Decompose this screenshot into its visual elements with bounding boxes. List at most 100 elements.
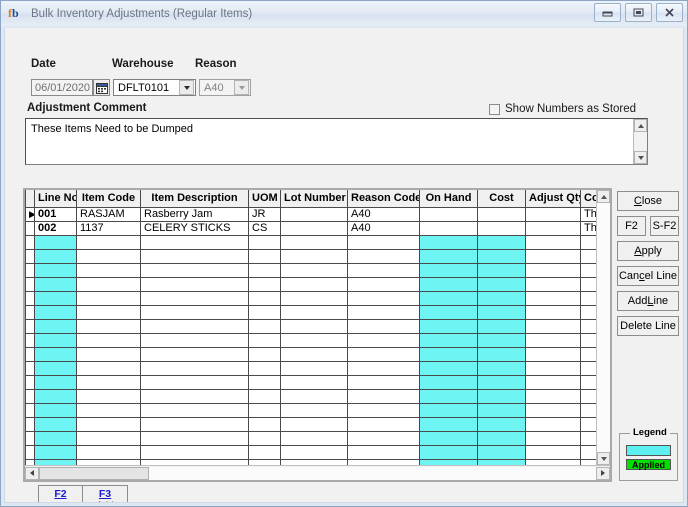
cell-reason[interactable]: A40: [347, 221, 420, 236]
row-selector-cell[interactable]: [25, 277, 35, 292]
cell-desc[interactable]: [140, 333, 249, 348]
cancel-line-button[interactable]: Can c el Line: [617, 266, 679, 286]
line-items-grid[interactable]: Line No. Item Code Item Description UOM …: [23, 188, 612, 482]
cell-reason[interactable]: A40: [347, 207, 420, 222]
cell-lot[interactable]: [280, 445, 348, 460]
row-selector-cell[interactable]: [25, 221, 35, 236]
cell-con[interactable]: [580, 417, 596, 432]
cell-onhand[interactable]: [419, 431, 478, 446]
cell-adjqty[interactable]: [525, 375, 581, 390]
table-row[interactable]: [25, 417, 596, 432]
cell-lot[interactable]: [280, 459, 348, 465]
cell-onhand[interactable]: [419, 249, 478, 264]
cell-adjqty[interactable]: [525, 263, 581, 278]
table-row[interactable]: [25, 305, 596, 320]
cell-desc[interactable]: [140, 361, 249, 376]
cell-con[interactable]: Th: [580, 221, 596, 236]
cell-cost[interactable]: [477, 319, 526, 334]
cell-desc[interactable]: [140, 389, 249, 404]
cell-line[interactable]: 002: [34, 221, 77, 236]
cell-cost[interactable]: [477, 361, 526, 376]
cell-desc[interactable]: [140, 319, 249, 334]
col-header-cost[interactable]: Cost: [477, 190, 526, 208]
cell-lot[interactable]: [280, 403, 348, 418]
cell-cost[interactable]: [477, 445, 526, 460]
fkey-add-items-button[interactable]: F2 S-F2 Add Items: [38, 485, 83, 502]
cell-line[interactable]: [34, 319, 77, 334]
grid-scroll-up-icon[interactable]: [597, 190, 610, 203]
cell-code[interactable]: [76, 459, 141, 465]
cell-code[interactable]: [76, 417, 141, 432]
table-row[interactable]: [25, 459, 596, 465]
cell-adjqty[interactable]: [525, 207, 581, 222]
grid-vertical-scrollbar[interactable]: [596, 190, 610, 465]
cell-uom[interactable]: [248, 417, 281, 432]
cell-uom[interactable]: CS: [248, 221, 281, 236]
shift-f2-button[interactable]: S-F2: [650, 216, 679, 236]
cell-uom[interactable]: [248, 277, 281, 292]
cell-uom[interactable]: [248, 445, 281, 460]
table-row[interactable]: [25, 361, 596, 376]
cell-adjqty[interactable]: [525, 291, 581, 306]
cell-con[interactable]: [580, 263, 596, 278]
maximize-button[interactable]: [625, 3, 652, 22]
cell-desc[interactable]: [140, 347, 249, 362]
cell-adjqty[interactable]: [525, 221, 581, 236]
cell-cost[interactable]: [477, 221, 526, 236]
cell-reason[interactable]: [347, 459, 420, 465]
cell-lot[interactable]: [280, 305, 348, 320]
cell-adjqty[interactable]: [525, 361, 581, 376]
cell-code[interactable]: [76, 361, 141, 376]
cell-onhand[interactable]: [419, 445, 478, 460]
delete-line-button[interactable]: Delete Line: [617, 316, 679, 336]
cell-reason[interactable]: [347, 375, 420, 390]
table-row[interactable]: [25, 375, 596, 390]
cell-desc[interactable]: [140, 445, 249, 460]
cell-code[interactable]: [76, 389, 141, 404]
cell-line[interactable]: [34, 263, 77, 278]
cell-onhand[interactable]: [419, 361, 478, 376]
cell-cost[interactable]: [477, 389, 526, 404]
cell-lot[interactable]: [280, 417, 348, 432]
cell-reason[interactable]: [347, 389, 420, 404]
show-numbers-checkbox-row[interactable]: Show Numbers as Stored: [489, 103, 636, 115]
reason-select[interactable]: A40: [199, 79, 251, 96]
row-selector-cell[interactable]: [25, 361, 35, 376]
cell-uom[interactable]: [248, 459, 281, 465]
row-selector-cell[interactable]: [25, 333, 35, 348]
cell-reason[interactable]: [347, 347, 420, 362]
grid-scroll-right-icon[interactable]: [596, 466, 610, 480]
cell-reason[interactable]: [347, 249, 420, 264]
cell-onhand[interactable]: [419, 333, 478, 348]
cell-lot[interactable]: [280, 207, 348, 222]
cell-lot[interactable]: [280, 277, 348, 292]
grid-scroll-left-icon[interactable]: [25, 466, 39, 480]
cell-code[interactable]: [76, 333, 141, 348]
fkey-add-line-button[interactable]: F3 Add Line: [83, 485, 128, 502]
cell-lot[interactable]: [280, 333, 348, 348]
cell-con[interactable]: [580, 319, 596, 334]
cell-uom[interactable]: [248, 305, 281, 320]
table-row[interactable]: ▶001RASJAMRasberry JamJR A40 Th: [25, 207, 596, 222]
cell-desc[interactable]: CELERY STICKS: [140, 221, 249, 236]
row-selector-cell[interactable]: [25, 403, 35, 418]
cell-onhand[interactable]: [419, 403, 478, 418]
cell-reason[interactable]: [347, 277, 420, 292]
cell-desc[interactable]: Rasberry Jam: [140, 207, 249, 222]
cell-desc[interactable]: [140, 249, 249, 264]
table-row[interactable]: [25, 249, 596, 264]
cell-line[interactable]: [34, 445, 77, 460]
cell-code[interactable]: [76, 235, 141, 250]
cell-desc[interactable]: [140, 459, 249, 465]
cell-line[interactable]: [34, 389, 77, 404]
cell-lot[interactable]: [280, 431, 348, 446]
cell-lot[interactable]: [280, 319, 348, 334]
cell-con[interactable]: [580, 235, 596, 250]
cell-adjqty[interactable]: [525, 319, 581, 334]
cell-cost[interactable]: [477, 403, 526, 418]
cell-lot[interactable]: [280, 375, 348, 390]
cell-line[interactable]: [34, 347, 77, 362]
row-selector-cell[interactable]: [25, 319, 35, 334]
chevron-down-icon[interactable]: [179, 80, 194, 95]
cell-code[interactable]: 1137: [76, 221, 141, 236]
